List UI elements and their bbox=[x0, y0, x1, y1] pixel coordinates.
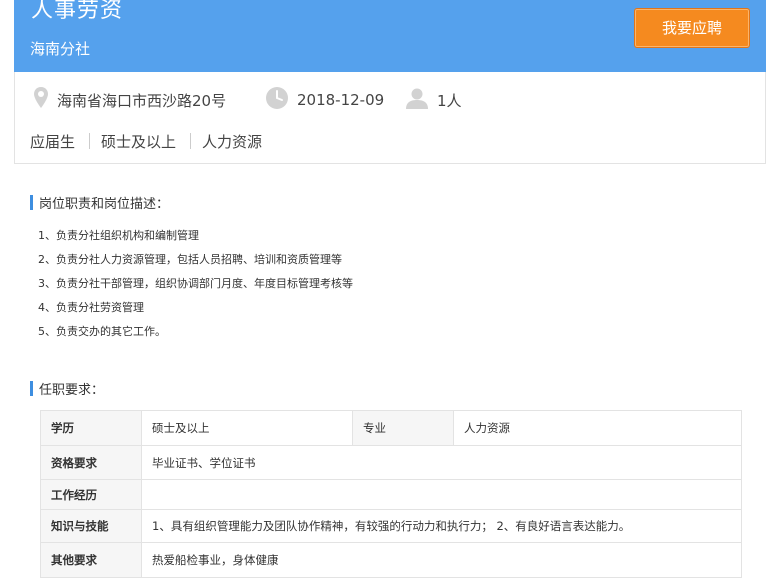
job-info-box: 海南省海口市西沙路20号 2018-12-09 1人 应届生 硕士及以上 人力资… bbox=[14, 72, 766, 164]
location-pin-icon bbox=[33, 86, 49, 114]
other-value: 热爱船检事业，身体健康 bbox=[141, 542, 742, 578]
experience-label: 工作经历 bbox=[40, 479, 142, 510]
job-tags: 应届生 硕士及以上 人力资源 bbox=[30, 130, 262, 152]
tag-major: 人力资源 bbox=[202, 132, 263, 151]
job-meta-row: 海南省海口市西沙路20号 2018-12-09 1人 bbox=[33, 86, 753, 114]
apply-button[interactable]: 我要应聘 bbox=[634, 8, 750, 48]
tag-education: 硕士及以上 bbox=[101, 132, 177, 151]
tag-experience: 应届生 bbox=[30, 132, 76, 151]
job-title: 人事劳资 bbox=[31, 0, 124, 23]
requirements-section-title: 任职要求： bbox=[39, 383, 105, 398]
skills-value: 1、具有组织管理能力及团队协作精神，有较强的行动力和执行力； 2、有良好语言表达… bbox=[141, 509, 742, 543]
list-item: 5、负责交办的其它工作。 bbox=[38, 325, 166, 338]
qualification-value: 毕业证书、学位证书 bbox=[141, 445, 742, 480]
table-row: 其他要求 热爱船检事业，身体健康 bbox=[40, 542, 742, 578]
section-accent-bar bbox=[30, 381, 33, 396]
list-item: 2、负责分社人力资源管理，包括人员招聘、培训和资质管理等 bbox=[38, 253, 342, 266]
education-label: 学历 bbox=[40, 410, 142, 446]
qualification-label: 资格要求 bbox=[40, 445, 142, 480]
skills-label: 知识与技能 bbox=[40, 509, 142, 543]
list-item: 1、负责分社组织机构和编制管理 bbox=[38, 229, 199, 242]
location-meta: 海南省海口市西沙路20号 bbox=[33, 86, 226, 114]
job-header: 人事劳资 海南分社 我要应聘 bbox=[14, 0, 766, 72]
table-row: 知识与技能 1、具有组织管理能力及团队协作精神，有较强的行动力和执行力； 2、有… bbox=[40, 509, 742, 543]
duties-list: 1、负责分社组织机构和编制管理 2、负责分社人力资源管理，包括人员招聘、培训和资… bbox=[38, 228, 353, 348]
duties-section-header: 岗位职责和岗位描述： bbox=[30, 193, 169, 212]
date-meta: 2018-12-09 bbox=[265, 86, 384, 114]
experience-value bbox=[141, 479, 742, 510]
headcount-text: 1人 bbox=[437, 91, 462, 110]
list-item: 4、负责分社劳资管理 bbox=[38, 301, 144, 314]
other-label: 其他要求 bbox=[40, 542, 142, 578]
table-row: 工作经历 bbox=[40, 479, 742, 510]
requirements-table: 学历 硕士及以上 专业 人力资源 资格要求 毕业证书、学位证书 工作经历 知识与… bbox=[40, 410, 742, 578]
requirements-section-header: 任职要求： bbox=[30, 379, 104, 398]
major-value: 人力资源 bbox=[453, 410, 742, 446]
person-icon bbox=[405, 86, 429, 114]
date-text: 2018-12-09 bbox=[297, 91, 385, 109]
education-value: 硕士及以上 bbox=[141, 410, 353, 446]
location-text: 海南省海口市西沙路20号 bbox=[57, 91, 227, 110]
tag-divider bbox=[190, 133, 192, 149]
table-row: 学历 硕士及以上 专业 人力资源 bbox=[40, 410, 742, 446]
list-item: 3、负责分社干部管理，组织协调部门月度、年度目标管理考核等 bbox=[38, 277, 353, 290]
duties-section-title: 岗位职责和岗位描述： bbox=[39, 197, 170, 212]
branch-name: 海南分社 bbox=[30, 40, 91, 58]
headcount-meta: 1人 bbox=[405, 86, 462, 114]
tag-divider bbox=[89, 133, 91, 149]
table-row: 资格要求 毕业证书、学位证书 bbox=[40, 445, 742, 480]
clock-icon bbox=[265, 86, 289, 114]
major-label: 专业 bbox=[352, 410, 454, 446]
section-accent-bar bbox=[30, 195, 33, 210]
